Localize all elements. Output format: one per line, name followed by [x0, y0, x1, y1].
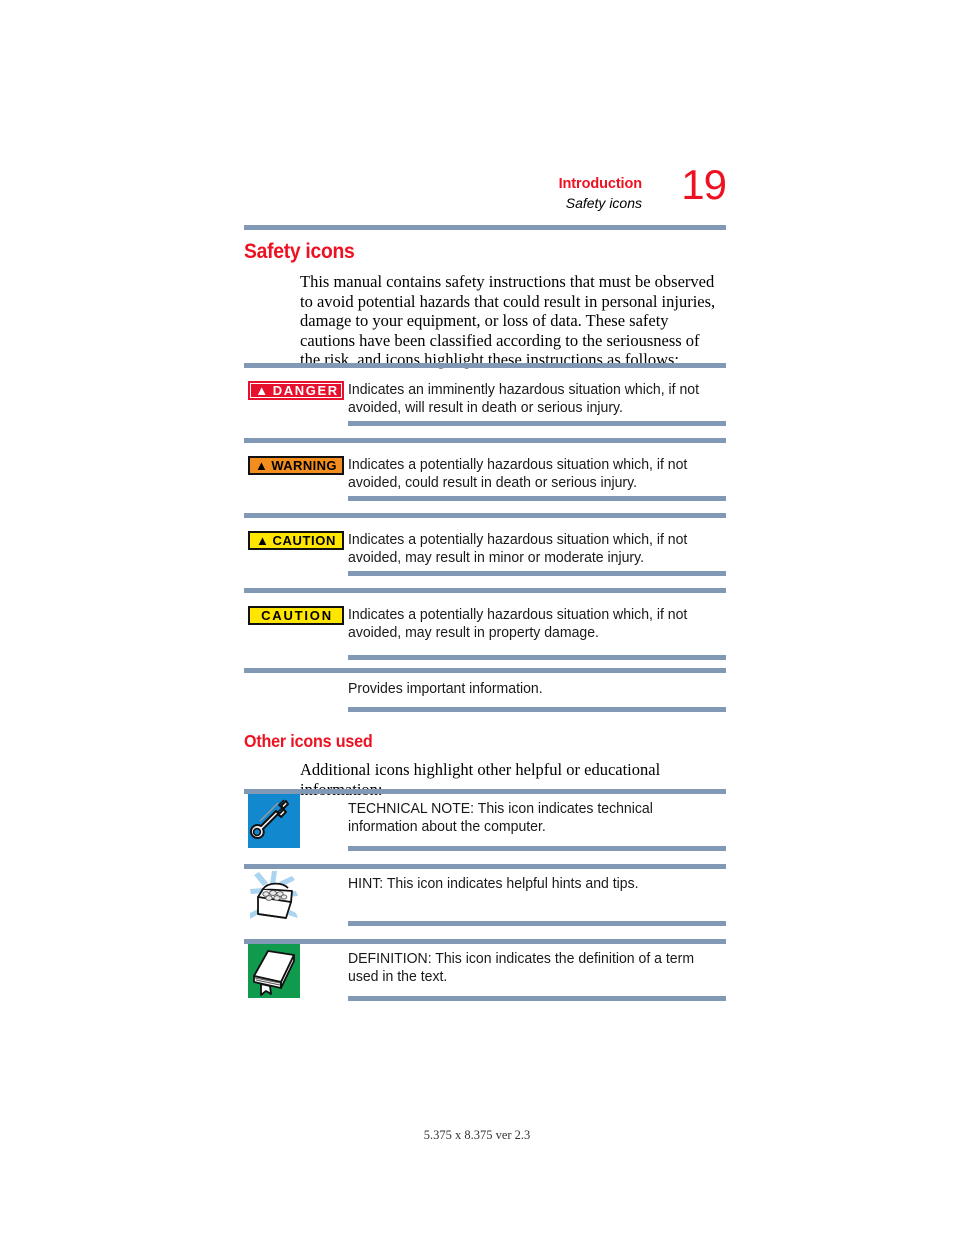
- safety-intro-paragraph: This manual contains safety instructions…: [300, 272, 716, 369]
- technical-note-description: TECHNICAL NOTE: This icon indicates tech…: [348, 801, 653, 835]
- page-footer: 5.375 x 8.375 ver 2.3: [423, 1128, 531, 1142]
- caution-plain-description: Indicates a potentially hazardous situat…: [348, 607, 688, 641]
- row-rule-bottom-caution-plain: [348, 655, 726, 660]
- document-page: Introduction Safety icons 19 Safety icon…: [0, 0, 954, 1235]
- row-rule-top-danger: [244, 363, 726, 368]
- danger-badge-cell: ▲ DANGER: [248, 381, 344, 400]
- header-titles: Introduction Safety icons: [559, 176, 642, 212]
- row-rule-bottom-note: [348, 707, 726, 712]
- header-book-title: Introduction: [558, 176, 642, 192]
- row-rule-bottom-definition: [348, 996, 726, 1001]
- warning-triangle-icon: ▲: [256, 533, 270, 548]
- warning-badge-label: WARNING: [271, 458, 337, 473]
- row-rule-bottom-warning: [348, 496, 726, 501]
- caution-plain-badge-label: CAUTION: [261, 608, 333, 623]
- danger-badge-label: DANGER: [272, 383, 339, 398]
- caution-plain-badge-cell: CAUTION: [248, 606, 344, 625]
- header-section-title: Safety icons: [565, 195, 642, 212]
- warning-triangle-icon: ▲: [255, 383, 270, 398]
- row-rule-bottom-hint: [348, 921, 726, 926]
- danger-description: Indicates an imminently hazardous situat…: [348, 382, 700, 416]
- row-rule-bottom-technical-note: [348, 846, 726, 851]
- hint-description: HINT: This icon indicates helpful hints …: [348, 876, 639, 892]
- row-rule-bottom-caution: [348, 571, 726, 576]
- caution-description: Indicates a potentially hazardous situat…: [348, 532, 688, 566]
- row-rule-top-warning: [244, 438, 726, 443]
- technical-note-icon-cell: [248, 794, 344, 848]
- row-rule-top-caution: [244, 513, 726, 518]
- warning-description: Indicates a potentially hazardous situat…: [348, 457, 688, 491]
- warning-badge-cell: ▲ WARNING: [248, 456, 344, 475]
- definition-description: DEFINITION: This icon indicates the defi…: [348, 951, 695, 985]
- running-header: Introduction Safety icons 19: [244, 164, 727, 224]
- caution-badge: ▲ CAUTION: [248, 531, 344, 550]
- row-rule-bottom-danger: [348, 421, 726, 426]
- row-rule-top-caution-plain: [244, 588, 726, 593]
- caution-plain-badge: CAUTION: [248, 606, 344, 625]
- warning-triangle-icon: ▲: [255, 458, 269, 473]
- caution-badge-cell: ▲ CAUTION: [248, 531, 344, 550]
- row-rule-top-note: [244, 668, 726, 673]
- header-rule: [244, 225, 726, 230]
- danger-badge: ▲ DANGER: [248, 381, 344, 400]
- treasure-chest-icon: [248, 869, 300, 923]
- page-number: 19: [681, 161, 727, 208]
- warning-badge: ▲ WARNING: [248, 456, 344, 475]
- definition-icon-cell: [248, 944, 344, 998]
- book-icon: [248, 944, 300, 998]
- other-icons-heading: Other icons used: [244, 731, 373, 751]
- page-title: Safety icons: [244, 240, 355, 263]
- note-description: Provides important information.: [348, 681, 543, 697]
- hint-icon-cell: [248, 869, 344, 923]
- caution-badge-label: CAUTION: [272, 533, 336, 548]
- wrench-icon: [248, 794, 300, 848]
